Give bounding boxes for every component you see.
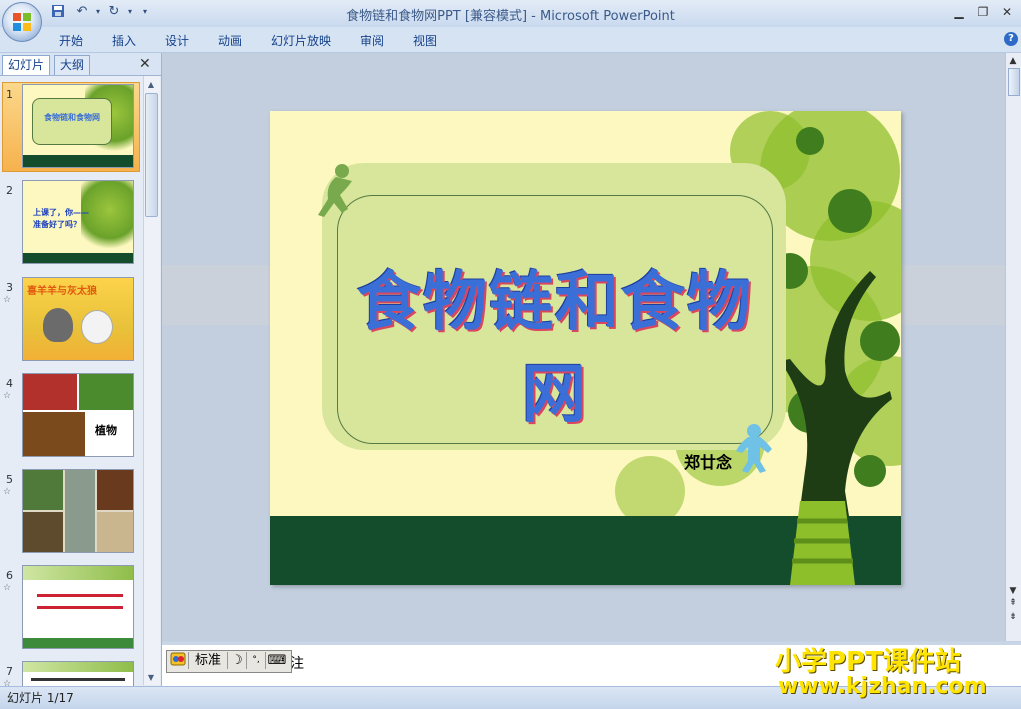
window-title: 食物链和食物网PPT [兼容模式] - Microsoft PowerPoint [346, 9, 675, 24]
thumb-title: 食物链和食物网 [44, 113, 100, 122]
animation-star-icon: ☆ [3, 583, 12, 593]
slide-thumbnail-3[interactable]: 喜羊羊与灰太狼 [22, 277, 134, 361]
slide-number: 1 [6, 88, 13, 101]
thumbnail-scroll-thumb[interactable] [145, 93, 158, 217]
tab-outline[interactable]: 大纲 [54, 55, 91, 75]
girl-silhouette-icon [318, 164, 352, 217]
next-slide-icon[interactable]: ⇟ [1007, 612, 1019, 622]
scroll-up-icon[interactable]: ▲ [1007, 56, 1019, 66]
watermark-url: www.kjzhan.com [778, 674, 987, 699]
slide-counter: 幻灯片 1/17 [7, 691, 74, 705]
tab-home[interactable]: 开始 [59, 32, 83, 49]
tab-design[interactable]: 设计 [165, 32, 189, 49]
scroll-up-icon[interactable]: ▲ [145, 79, 157, 91]
tab-slides[interactable]: 幻灯片 [2, 55, 51, 75]
tab-view[interactable]: 视图 [413, 32, 437, 49]
ime-halfwidth-icon[interactable]: ☽ [228, 652, 247, 669]
slide-thumbnail-4[interactable]: 植物 [22, 373, 134, 457]
slide-number: 4 [6, 377, 13, 390]
ime-mode[interactable]: 标准 [189, 652, 228, 669]
scroll-down-icon[interactable]: ▼ [145, 672, 157, 684]
tab-insert[interactable]: 插入 [112, 32, 136, 49]
close-icon[interactable]: ✕ [996, 3, 1018, 21]
tab-animation[interactable]: 动画 [218, 32, 242, 49]
slide-number: 3 [6, 281, 13, 294]
slide-thumbnail-5[interactable] [22, 469, 134, 553]
thumb-text: 喜羊羊与灰太狼 [27, 286, 97, 297]
tab-review[interactable]: 审阅 [360, 32, 384, 49]
slide-thumbnail-1[interactable]: 食物链和食物网 [22, 84, 134, 168]
slide-thumbnail-7[interactable] [22, 661, 134, 687]
panel-close-icon[interactable]: ✕ [139, 56, 151, 72]
slide-number: 5 [6, 473, 13, 486]
animation-star-icon: ☆ [3, 295, 12, 305]
slide-title[interactable]: 食物链和食物网 [335, 251, 775, 435]
tab-slideshow[interactable]: 幻灯片放映 [271, 32, 331, 49]
thumb-text: 植物 [95, 424, 117, 437]
editor-scrollbar[interactable] [1005, 53, 1021, 641]
slide-thumbnail-6[interactable] [22, 565, 134, 649]
tree-trunk [790, 501, 855, 585]
thumb-text: 上课了，你——准备好了吗？ [33, 208, 89, 229]
watermark-title: 小学PPT课件站 [775, 647, 961, 677]
notes-text: 注 [290, 656, 304, 672]
slide-thumbnail-2[interactable]: 上课了，你——准备好了吗？ [22, 180, 134, 264]
help-icon[interactable]: ? [1004, 32, 1018, 46]
previous-slide-icon[interactable]: ⇞ [1007, 598, 1019, 608]
slide-number: 2 [6, 184, 13, 197]
office-logo-icon [13, 13, 31, 31]
editor-scroll-thumb[interactable] [1008, 68, 1020, 96]
ime-keyboard-icon[interactable]: ⌨ [266, 652, 288, 669]
animation-star-icon: ☆ [3, 391, 12, 401]
ime-logo-icon[interactable] [168, 652, 189, 669]
ribbon-tab-bar [0, 27, 1021, 53]
animation-star-icon: ☆ [3, 487, 12, 497]
restore-icon[interactable]: ❐ [972, 3, 994, 21]
slide-author[interactable]: 郑廿念 [684, 449, 732, 473]
slide-number: 7 [6, 665, 13, 678]
scroll-down-icon[interactable]: ▼ [1007, 586, 1019, 596]
office-button[interactable] [2, 2, 42, 42]
current-slide[interactable]: 食物链和食物网 郑廿念 [270, 111, 901, 585]
minimize-icon[interactable]: ▁ [948, 3, 970, 21]
slide-number: 6 [6, 569, 13, 582]
ime-punctuation-icon[interactable]: °, [247, 652, 266, 669]
